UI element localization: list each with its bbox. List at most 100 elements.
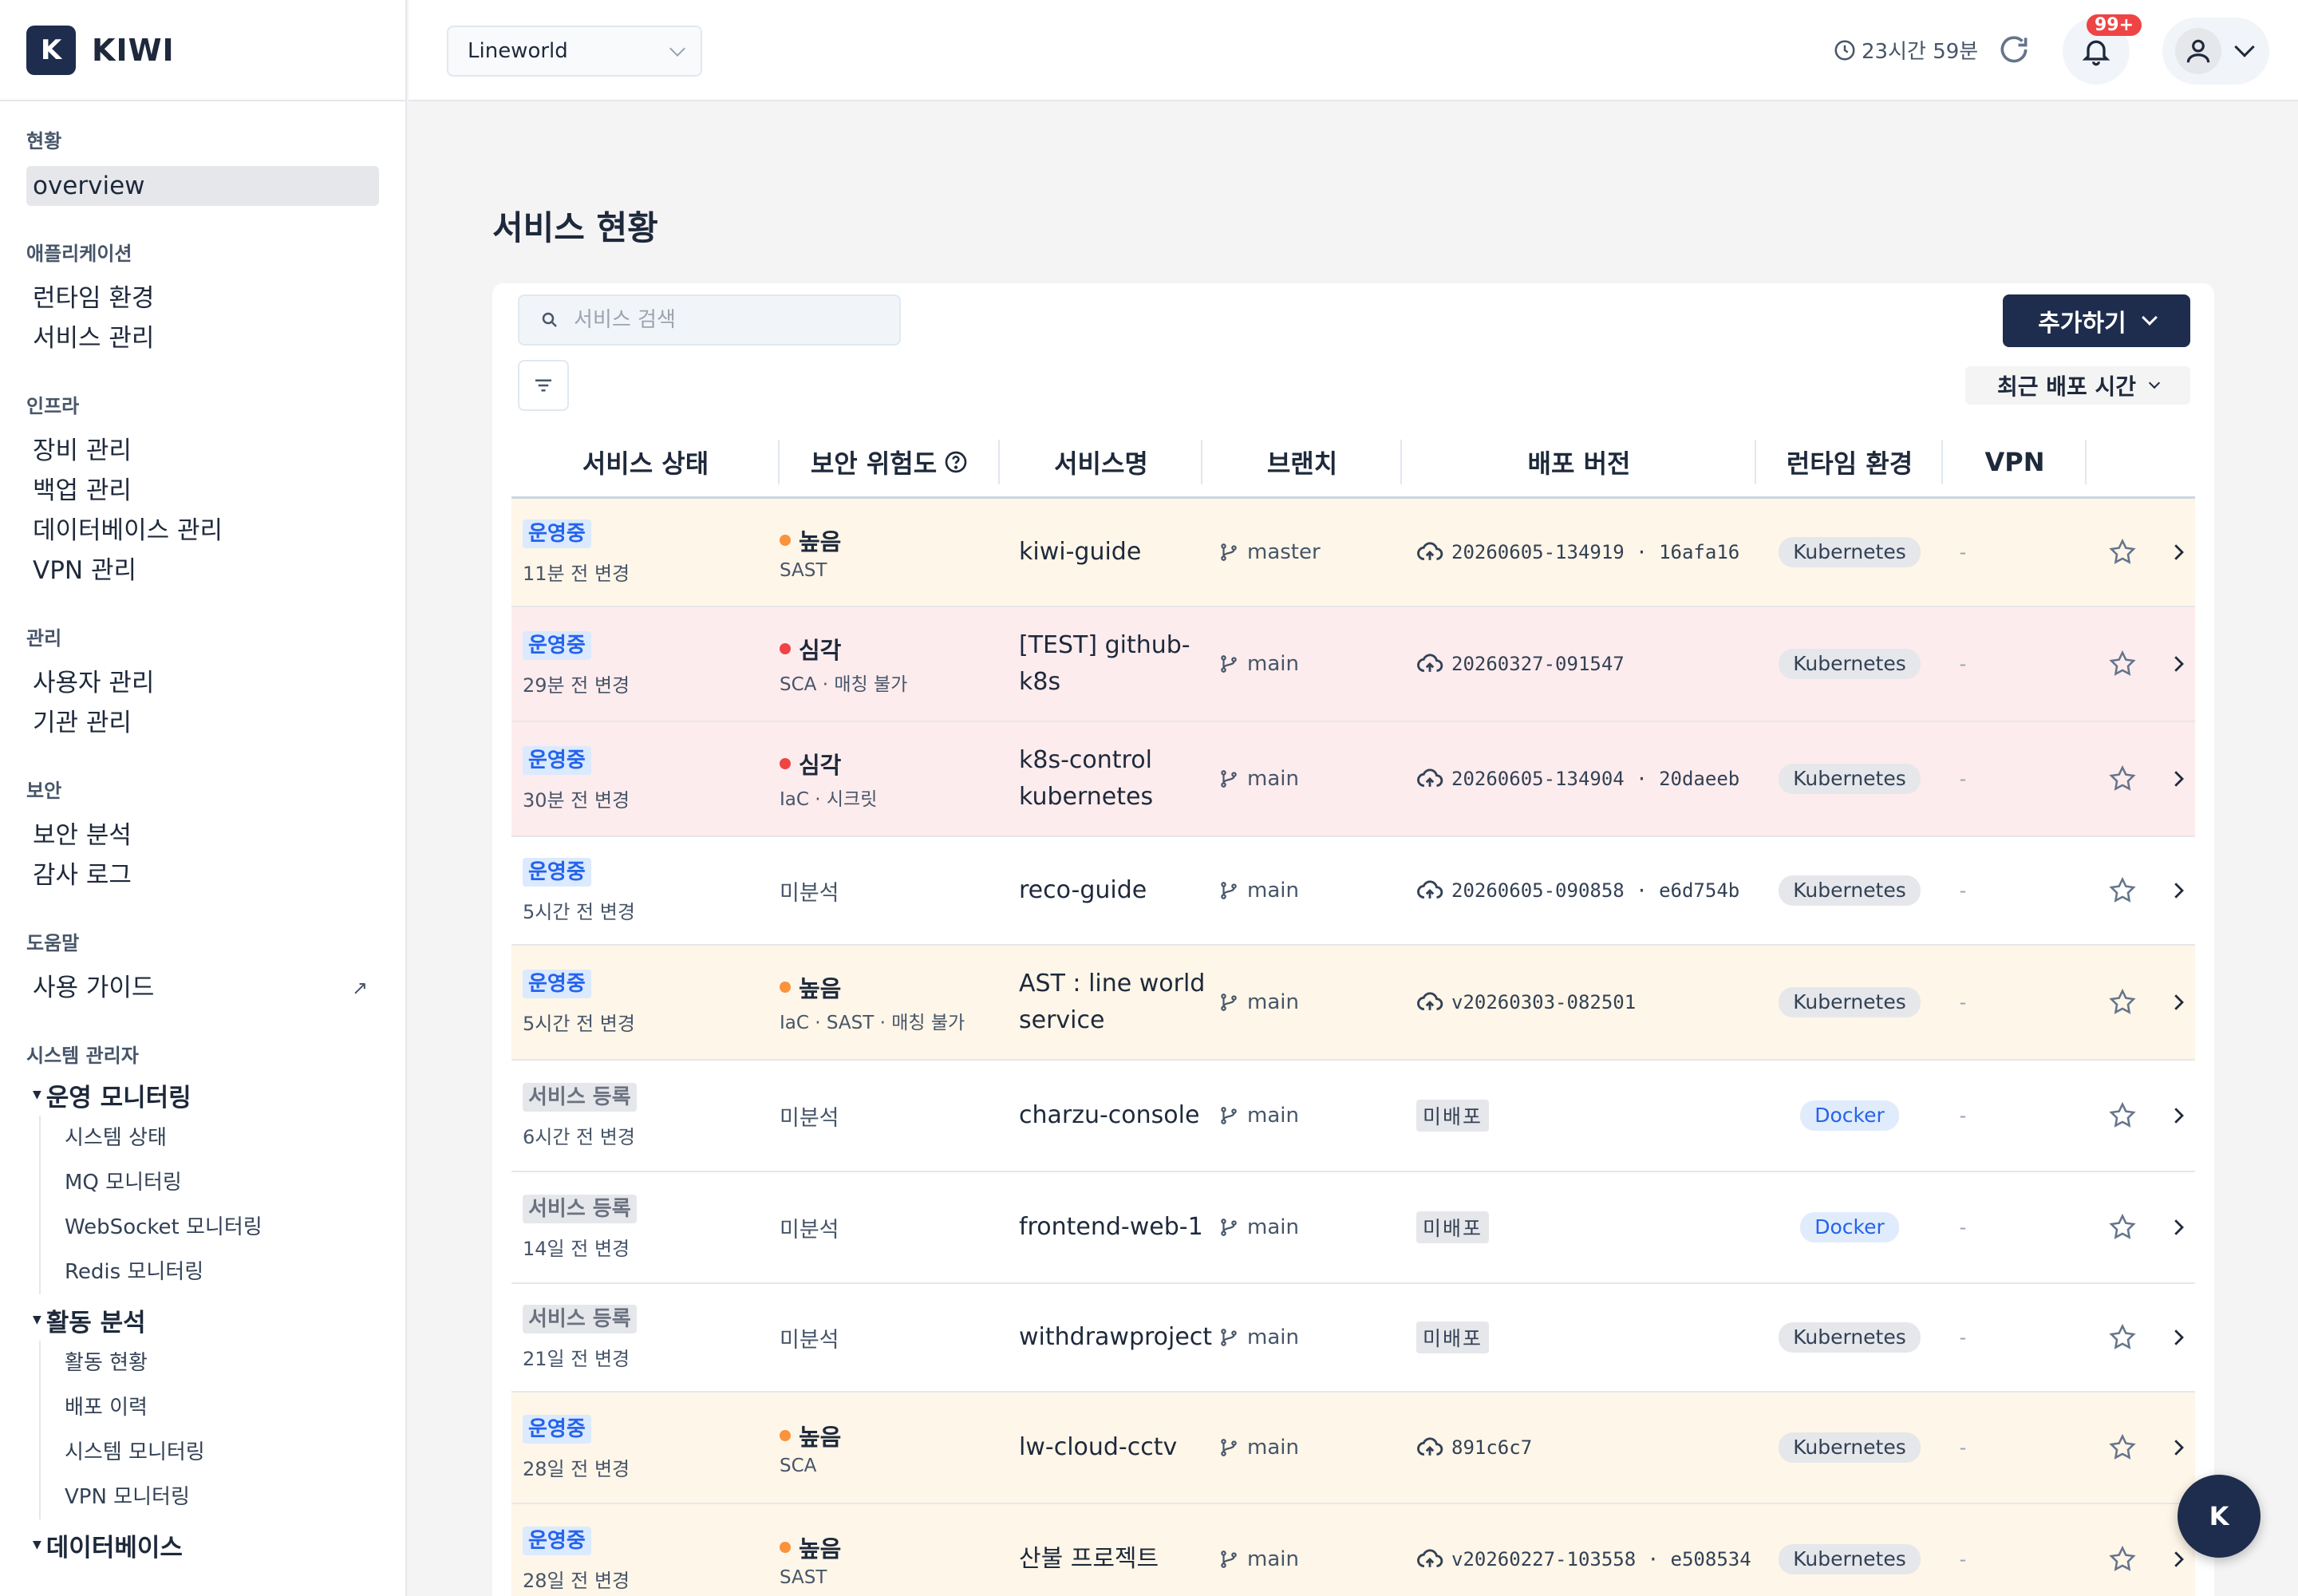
branch-name: main: [1247, 1436, 1299, 1460]
chevron-right-icon[interactable]: [2166, 1325, 2190, 1349]
star-icon[interactable]: [2107, 875, 2138, 906]
column-header-branch[interactable]: 브랜치: [1202, 425, 1402, 499]
table-row[interactable]: 서비스 등록 21일 전 변경 미분석 withdrawproject main…: [511, 1284, 2195, 1393]
row-actions: [2107, 607, 2190, 721]
changed-time: 11분 전 변경: [523, 562, 630, 585]
project-select[interactable]: Lineworld: [447, 26, 702, 77]
sidebar-group: 도움말 사용 가이드 ↗: [26, 927, 379, 1008]
search-box[interactable]: [518, 294, 901, 346]
table-row[interactable]: 운영중 28일 전 변경 높음 SAST 산불 프로젝트 main v20260…: [511, 1504, 2195, 1596]
column-header-version[interactable]: 배포 버전: [1402, 425, 1756, 499]
star-icon[interactable]: [2107, 1322, 2138, 1353]
chevron-right-icon[interactable]: [2166, 540, 2190, 564]
sidebar-tree-toggle[interactable]: ▼ 데이터베이스: [26, 1524, 379, 1566]
table-row[interactable]: 운영중 11분 전 변경 높음 SAST kiwi-guide master 2…: [511, 499, 2195, 607]
service-name-cell[interactable]: [TEST] github-k8s: [1019, 607, 1218, 721]
help-icon[interactable]: [943, 449, 969, 475]
sidebar-item-label: 보안 분석: [33, 821, 132, 850]
column-header-vpn[interactable]: VPN: [1943, 425, 2087, 499]
refresh-icon[interactable]: [1996, 32, 2031, 67]
chevron-right-icon[interactable]: [2166, 1547, 2190, 1571]
filter-button[interactable]: [518, 360, 569, 411]
column-header-security[interactable]: 보안 위험도: [780, 425, 1000, 499]
logo-mark: K: [26, 25, 76, 75]
star-icon[interactable]: [2107, 537, 2138, 567]
git-branch-icon: [1221, 1439, 1237, 1456]
star-icon[interactable]: [2107, 1212, 2138, 1242]
sidebar-subitem[interactable]: MQ 모니터링: [65, 1160, 379, 1205]
star-icon[interactable]: [2107, 987, 2138, 1017]
sidebar-subitem[interactable]: 시스템 상태: [65, 1116, 379, 1160]
table-row[interactable]: 운영중 5시간 전 변경 미분석 reco-guide main 2026060…: [511, 837, 2195, 946]
chevron-right-icon[interactable]: [2166, 767, 2190, 791]
severity-dot-icon: [780, 982, 791, 993]
service-name-cell[interactable]: withdrawproject: [1019, 1284, 1218, 1391]
star-icon[interactable]: [2107, 1432, 2138, 1463]
sidebar-tree-toggle[interactable]: ▼ 활동 분석: [26, 1299, 379, 1341]
sidebar-item[interactable]: 장비 관리: [26, 431, 379, 471]
sidebar-subitem[interactable]: WebSocket 모니터링: [65, 1205, 379, 1250]
chevron-right-icon[interactable]: [2166, 990, 2190, 1014]
sidebar-subitem[interactable]: 시스템 모니터링: [65, 1430, 379, 1475]
column-header-name[interactable]: 서비스명: [1000, 425, 1202, 499]
star-icon[interactable]: [2107, 1544, 2138, 1574]
column-header-runtime[interactable]: 런타임 환경: [1756, 425, 1943, 499]
git-branch-icon: [1221, 1551, 1237, 1568]
sidebar-item[interactable]: overview: [26, 166, 379, 206]
logo[interactable]: K KIWI: [0, 0, 405, 101]
table-row[interactable]: 운영중 28일 전 변경 높음 SCA lw-cloud-cctv main 8…: [511, 1393, 2195, 1504]
add-button[interactable]: 추가하기: [2003, 294, 2190, 347]
sidebar-item-label: 서비스 관리: [33, 324, 155, 353]
sidebar-tree-toggle[interactable]: ▼ 운영 모니터링: [26, 1074, 379, 1116]
sidebar-item[interactable]: 서비스 관리: [26, 318, 379, 358]
service-name-cell[interactable]: charzu-console: [1019, 1061, 1218, 1171]
sidebar-item[interactable]: 런타임 환경: [26, 279, 379, 318]
sidebar-item[interactable]: 데이터베이스 관리: [26, 511, 379, 551]
sidebar-item[interactable]: VPN 관리: [26, 551, 379, 591]
table-row[interactable]: 서비스 등록 14일 전 변경 미분석 frontend-web-1 main …: [511, 1172, 2195, 1284]
service-name-cell[interactable]: frontend-web-1: [1019, 1172, 1218, 1282]
star-icon[interactable]: [2107, 1100, 2138, 1131]
sidebar-subitem[interactable]: 활동 현황: [65, 1341, 379, 1385]
table-row[interactable]: 운영중 29분 전 변경 심각 SCA · 매칭 불가 [TEST] githu…: [511, 607, 2195, 722]
row-actions: [2107, 1393, 2190, 1503]
sidebar-item[interactable]: 감사 로그: [26, 855, 379, 895]
star-icon[interactable]: [2107, 764, 2138, 794]
table-row[interactable]: 운영중 30분 전 변경 심각 IaC · 시크릿 k8s-control kub…: [511, 722, 2195, 837]
branch-name: main: [1247, 990, 1299, 1014]
branch-name: main: [1247, 767, 1299, 791]
service-name-line: kubernetes: [1019, 783, 1154, 811]
sidebar-item[interactable]: 사용 가이드 ↗: [26, 968, 379, 1008]
sidebar-subitem[interactable]: 배포 이력: [65, 1385, 379, 1430]
cloud-upload-icon: [1417, 1549, 1443, 1567]
sort-select[interactable]: 최근 배포 시간: [1965, 366, 2190, 405]
chevron-right-icon[interactable]: [2166, 652, 2190, 676]
chevron-right-icon[interactable]: [2166, 879, 2190, 903]
table-row[interactable]: 운영중 5시간 전 변경 높음 IaC · SAST · 매칭 불가 AST :…: [511, 946, 2195, 1061]
sidebar-subitem[interactable]: VPN 모니터링: [65, 1475, 379, 1519]
sidebar-item[interactable]: 백업 관리: [26, 471, 379, 511]
service-name-cell[interactable]: k8s-control kubernetes: [1019, 722, 1218, 836]
service-name-cell[interactable]: kiwi-guide: [1019, 499, 1218, 606]
service-name-line: charzu-console: [1019, 1101, 1200, 1129]
star-icon[interactable]: [2107, 649, 2138, 679]
chevron-right-icon[interactable]: [2166, 1436, 2190, 1460]
service-name-cell[interactable]: AST : line world service: [1019, 946, 1218, 1059]
vpn-value: -: [1959, 1326, 1967, 1349]
chevron-right-icon[interactable]: [2166, 1104, 2190, 1128]
sidebar-item[interactable]: 사용자 관리: [26, 663, 379, 703]
chevron-right-icon[interactable]: [2166, 1215, 2190, 1239]
service-name-cell[interactable]: 산불 프로젝트: [1019, 1504, 1218, 1596]
search-input[interactable]: [574, 308, 877, 332]
column-header-status[interactable]: 서비스 상태: [511, 425, 780, 499]
sidebar-item[interactable]: 보안 분석: [26, 816, 379, 855]
table-row[interactable]: 서비스 등록 6시간 전 변경 미분석 charzu-console main …: [511, 1061, 2195, 1172]
assistant-fab[interactable]: K: [2178, 1475, 2260, 1558]
sidebar-item[interactable]: 기관 관리: [26, 703, 379, 743]
service-name-cell[interactable]: reco-guide: [1019, 837, 1218, 944]
service-name-cell[interactable]: lw-cloud-cctv: [1019, 1393, 1218, 1503]
runtime-cell: Kubernetes: [1756, 607, 1943, 721]
git-branch-icon: [1221, 1219, 1237, 1236]
sidebar-subitem[interactable]: Redis 모니터링: [65, 1250, 379, 1294]
user-menu-button[interactable]: [2162, 18, 2269, 85]
